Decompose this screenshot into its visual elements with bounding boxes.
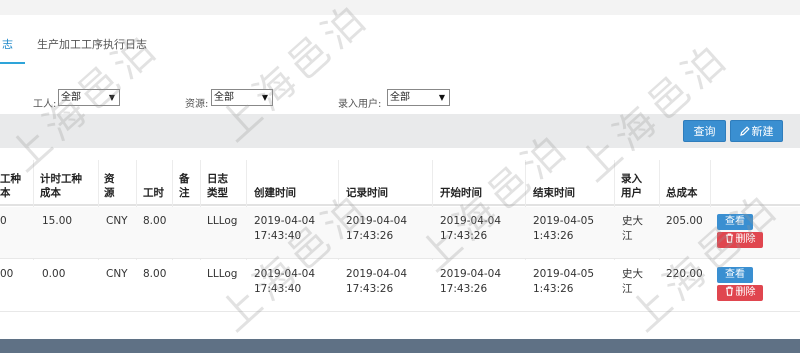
pencil-icon (739, 126, 750, 136)
new-button[interactable]: 新建 (730, 120, 783, 142)
footer-bar (0, 339, 800, 353)
worker-filter-label: 工人: (33, 99, 57, 110)
view-button[interactable]: 查看 (717, 214, 753, 230)
col-header[interactable]: 录入 用户 (621, 160, 657, 206)
table-cell: 0.00 (42, 268, 66, 280)
table-cell: 00 (0, 268, 14, 280)
delete-button[interactable]: 删除 (717, 285, 763, 301)
trash-icon (725, 286, 733, 296)
table-cell: LLLog (207, 268, 238, 280)
view-button[interactable]: 查看 (717, 267, 753, 283)
entry-user-filter-value: 全部 (390, 92, 410, 103)
table-cell: 2019-04-05 1:43:26 (533, 215, 595, 242)
table-cell: 2019-04-04 17:43:26 (346, 268, 408, 295)
table-cell: 史大江 (622, 268, 643, 295)
col-header[interactable]: 资源 (104, 160, 132, 206)
col-header[interactable]: 开始时间 (440, 160, 520, 206)
table-cell: 2019-04-04 17:43:26 (346, 215, 408, 242)
tab-process-execution-log[interactable]: 生产加工工序执行日志 (37, 26, 147, 64)
delete-button[interactable]: 删除 (717, 232, 763, 248)
resource-filter-select[interactable]: 全部 ▼ (211, 89, 273, 106)
table-cell: 0 (0, 215, 7, 227)
col-header[interactable]: 结束时间 (533, 160, 613, 206)
entry-user-filter-select[interactable]: 全部 ▼ (387, 89, 450, 106)
col-header[interactable]: 日志 类型 (207, 160, 243, 206)
col-header[interactable]: 总成本 (666, 160, 708, 206)
new-button-label: 新建 (751, 125, 774, 138)
trash-icon (725, 233, 733, 243)
table-cell: 2019-04-04 17:43:40 (254, 215, 316, 242)
table-cell: 2019-04-04 17:43:26 (440, 215, 502, 242)
col-header[interactable]: 计时工种 成本 (40, 160, 98, 206)
table-cell: 2019-04-04 17:43:40 (254, 268, 316, 295)
chevron-down-icon: ▼ (438, 93, 445, 102)
col-header[interactable]: 记录时间 (346, 160, 426, 206)
table-cell: 15.00 (42, 215, 73, 227)
table-header: 工种本 计时工种 成本 资源 工时 备注 日志 类型 创建时间 记录时间 开始时间 … (0, 160, 800, 206)
chevron-down-icon: ▼ (261, 93, 268, 102)
resource-filter-value: 全部 (214, 92, 234, 103)
table-cell: 2019-04-05 1:43:26 (533, 268, 595, 295)
table-row: 0 15.00 CNY 8.00 LLLog 2019-04-04 17:43:4… (0, 207, 800, 259)
table-cell: 205.00 (666, 215, 703, 227)
delete-button-label: 删除 (735, 287, 756, 298)
table-row: 00 0.00 CNY 8.00 LLLog 2019-04-04 17:43:4… (0, 260, 800, 312)
table-cell: 8.00 (143, 268, 167, 280)
table-cell: 8.00 (143, 215, 167, 227)
tab-bar: 志 生产加工工序执行日志 (0, 26, 800, 64)
tab-execution-log[interactable]: 志 (0, 26, 25, 64)
query-button[interactable]: 查询 (683, 120, 726, 142)
table-cell: 2019-04-04 17:43:26 (440, 268, 502, 295)
chevron-down-icon: ▼ (108, 93, 115, 102)
col-header[interactable]: 创建时间 (254, 160, 334, 206)
filter-row: 工人: 全部 ▼ 资源: 全部 ▼ 录入用户: 全部 ▼ (0, 88, 800, 110)
table-cell: CNY (106, 215, 128, 227)
table-cell: CNY (106, 268, 128, 280)
table-cell: 220.00 (666, 268, 703, 280)
col-header[interactable]: 工时 (143, 160, 173, 206)
resource-filter-label: 资源: (185, 99, 209, 110)
worker-filter-value: 全部 (61, 92, 81, 103)
top-bar (0, 0, 800, 15)
worker-filter-select[interactable]: 全部 ▼ (58, 89, 120, 106)
col-header[interactable]: 备注 (179, 160, 199, 206)
delete-button-label: 删除 (735, 234, 756, 245)
table-cell: LLLog (207, 215, 238, 227)
entry-user-filter-label: 录入用户: (338, 99, 382, 110)
table-cell: 史大江 (622, 215, 643, 242)
action-bar: 查询 新建 (0, 114, 800, 148)
